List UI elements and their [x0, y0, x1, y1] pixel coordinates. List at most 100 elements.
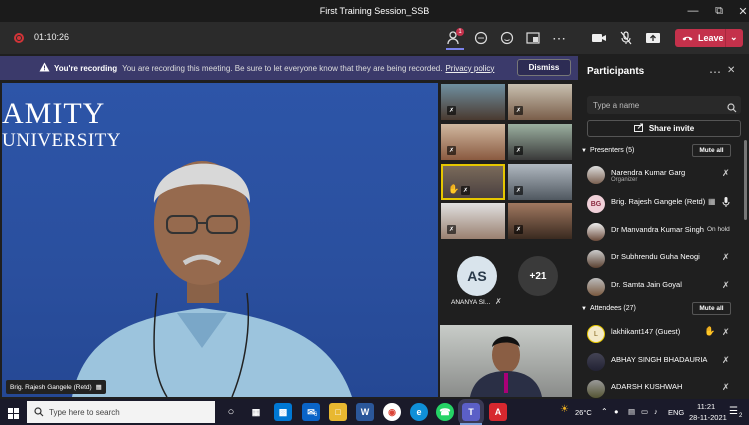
- mic-on-icon: [722, 197, 730, 209]
- network-icon[interactable]: ▤: [628, 407, 635, 416]
- more-participants-button[interactable]: +21: [518, 256, 558, 296]
- video-tile[interactable]: ✗: [441, 124, 505, 160]
- video-tile[interactable]: ✗: [441, 84, 505, 120]
- video-tile[interactable]: ✗: [508, 124, 572, 160]
- participants-badge: 1: [456, 28, 464, 36]
- privacy-policy-link[interactable]: Privacy policy: [445, 64, 494, 73]
- chrome-icon[interactable]: ◉: [383, 403, 401, 421]
- rooms-icon[interactable]: [523, 28, 543, 48]
- video-tile[interactable]: ✗: [441, 203, 505, 239]
- sharing-icon: ▦: [708, 197, 716, 206]
- mail-badge: 6: [314, 412, 318, 418]
- minimize-icon[interactable]: —: [681, 0, 705, 22]
- mute-all-presenters-button[interactable]: Mute all: [692, 144, 731, 157]
- notifications-icon[interactable]: ☰: [729, 406, 738, 417]
- presenters-section-header[interactable]: ▼ Presenters (5): [581, 147, 634, 154]
- participant-name: Dr Subhrendu Guha Neogi: [611, 252, 700, 261]
- title-bar: First Training Session_SSB: [0, 0, 749, 22]
- share-invite-label: Share invite: [648, 124, 695, 133]
- list-item[interactable]: Dr Manvandra Kumar Singh On hold: [587, 221, 737, 245]
- recording-banner: You're recording You are recording this …: [0, 56, 578, 80]
- mic-off-icon: ✗: [722, 327, 730, 337]
- gallery-participant-name: ANANYA SI...: [451, 299, 491, 306]
- video-tile[interactable]: ✗: [508, 84, 572, 120]
- close-window-icon[interactable]: ✕: [731, 0, 749, 22]
- list-item[interactable]: ABHAY SINGH BHADAURIA ✗: [587, 351, 737, 375]
- avatar: [587, 223, 605, 241]
- avatar[interactable]: AS: [457, 256, 497, 296]
- avatar: [587, 166, 605, 184]
- mic-off-icon: ✗: [461, 186, 470, 195]
- language-indicator[interactable]: ENG: [668, 408, 684, 417]
- more-actions-icon[interactable]: ⋯: [549, 28, 569, 48]
- meeting-timer: 01:10:26: [34, 32, 70, 42]
- list-item[interactable]: Dr Subhrendu Guha Neogi ✗: [587, 248, 737, 272]
- avatar: BG: [587, 195, 605, 213]
- edge-icon[interactable]: e: [410, 403, 428, 421]
- search-input[interactable]: Type a name: [587, 96, 741, 114]
- participant-name: Brig. Rajesh Gangele (Retd): [611, 197, 706, 206]
- microphone-tray-icon[interactable]: ●: [614, 407, 619, 416]
- mic-off-icon: ✗: [514, 225, 523, 234]
- self-video-tile[interactable]: [440, 325, 572, 397]
- file-explorer-icon[interactable]: □: [329, 403, 347, 421]
- banner-heading: You're recording: [54, 63, 118, 73]
- banner-message: You are recording this meeting. Be sure …: [122, 63, 443, 73]
- panel-scrollbar[interactable]: [744, 140, 747, 220]
- taskbar-search-input[interactable]: Type here to search: [27, 401, 215, 423]
- video-tile[interactable]: ✗: [508, 164, 572, 200]
- mic-off-icon: ✗: [722, 252, 730, 262]
- mic-off-icon: ✗: [722, 280, 730, 290]
- cortana-icon[interactable]: ○: [222, 403, 240, 421]
- whatsapp-icon[interactable]: ☎: [436, 403, 454, 421]
- amity-logo-text: AMITY: [2, 97, 106, 130]
- maximize-icon[interactable]: ⧉: [707, 0, 731, 22]
- list-item[interactable]: L lakhikant147 (Guest) ✋ ✗: [587, 323, 737, 347]
- self-video-frame: [470, 336, 542, 397]
- chat-icon[interactable]: [471, 28, 491, 48]
- windows-start-icon[interactable]: [8, 406, 19, 424]
- attendees-section-header[interactable]: ▼ Attendees (27): [581, 305, 636, 312]
- mute-all-attendees-button[interactable]: Mute all: [692, 302, 731, 315]
- share-screen-icon[interactable]: [643, 28, 663, 48]
- mic-muted-icon[interactable]: [616, 28, 636, 48]
- participant-name: Narendra Kumar Garg: [611, 168, 686, 177]
- panel-more-icon[interactable]: ⋯: [709, 65, 721, 79]
- volume-icon[interactable]: ♪: [654, 407, 658, 416]
- camera-icon[interactable]: [589, 28, 609, 48]
- task-view-icon[interactable]: ▦: [247, 403, 265, 421]
- chevron-up-icon[interactable]: ⌃: [601, 407, 608, 416]
- chevron-down-icon[interactable]: ⌄: [730, 32, 738, 43]
- list-item[interactable]: Dr. Samta Jain Goyal ✗: [587, 276, 737, 300]
- mic-off-icon: ✗: [447, 146, 456, 155]
- participant-name: lakhikant147 (Guest): [611, 327, 681, 336]
- presenters-label: Presenters (5): [589, 147, 635, 154]
- teams-icon[interactable]: T: [458, 399, 484, 425]
- avatar: [587, 278, 605, 296]
- share-invite-button[interactable]: Share invite: [587, 120, 741, 137]
- battery-icon[interactable]: ▭: [641, 407, 648, 416]
- mic-off-icon: ✗: [447, 225, 456, 234]
- word-icon[interactable]: W: [356, 403, 374, 421]
- close-icon[interactable]: ✕: [727, 65, 735, 76]
- video-tile[interactable]: ✗: [508, 203, 572, 239]
- list-item[interactable]: BG Brig. Rajesh Gangele (Retd) ▦: [587, 193, 737, 217]
- clock-date[interactable]: 28-11-2021: [689, 413, 727, 422]
- dismiss-button[interactable]: Dismiss: [517, 59, 571, 76]
- video-tile-hand-raised[interactable]: ✋ ✗: [441, 164, 505, 200]
- mic-off-icon: ✗: [722, 355, 730, 365]
- recording-icon: [14, 33, 24, 43]
- list-item[interactable]: Narendra Kumar Garg Organizer ✗: [587, 164, 737, 188]
- acrobat-icon[interactable]: A: [489, 403, 507, 421]
- mic-off-icon: ✗: [514, 186, 523, 195]
- mic-off-icon: ✗: [722, 382, 730, 392]
- mic-off-icon: ✗: [514, 146, 523, 155]
- reactions-icon[interactable]: [497, 28, 517, 48]
- leave-button[interactable]: Leave ⌄: [675, 29, 743, 47]
- leave-label: Leave: [698, 33, 724, 43]
- clock-time[interactable]: 11:21: [697, 402, 715, 411]
- weather-icon[interactable]: ☀: [560, 404, 569, 415]
- raised-hand-icon: ✋: [448, 184, 460, 194]
- store-icon[interactable]: ▩: [274, 403, 292, 421]
- panel-title: Participants: [587, 66, 645, 77]
